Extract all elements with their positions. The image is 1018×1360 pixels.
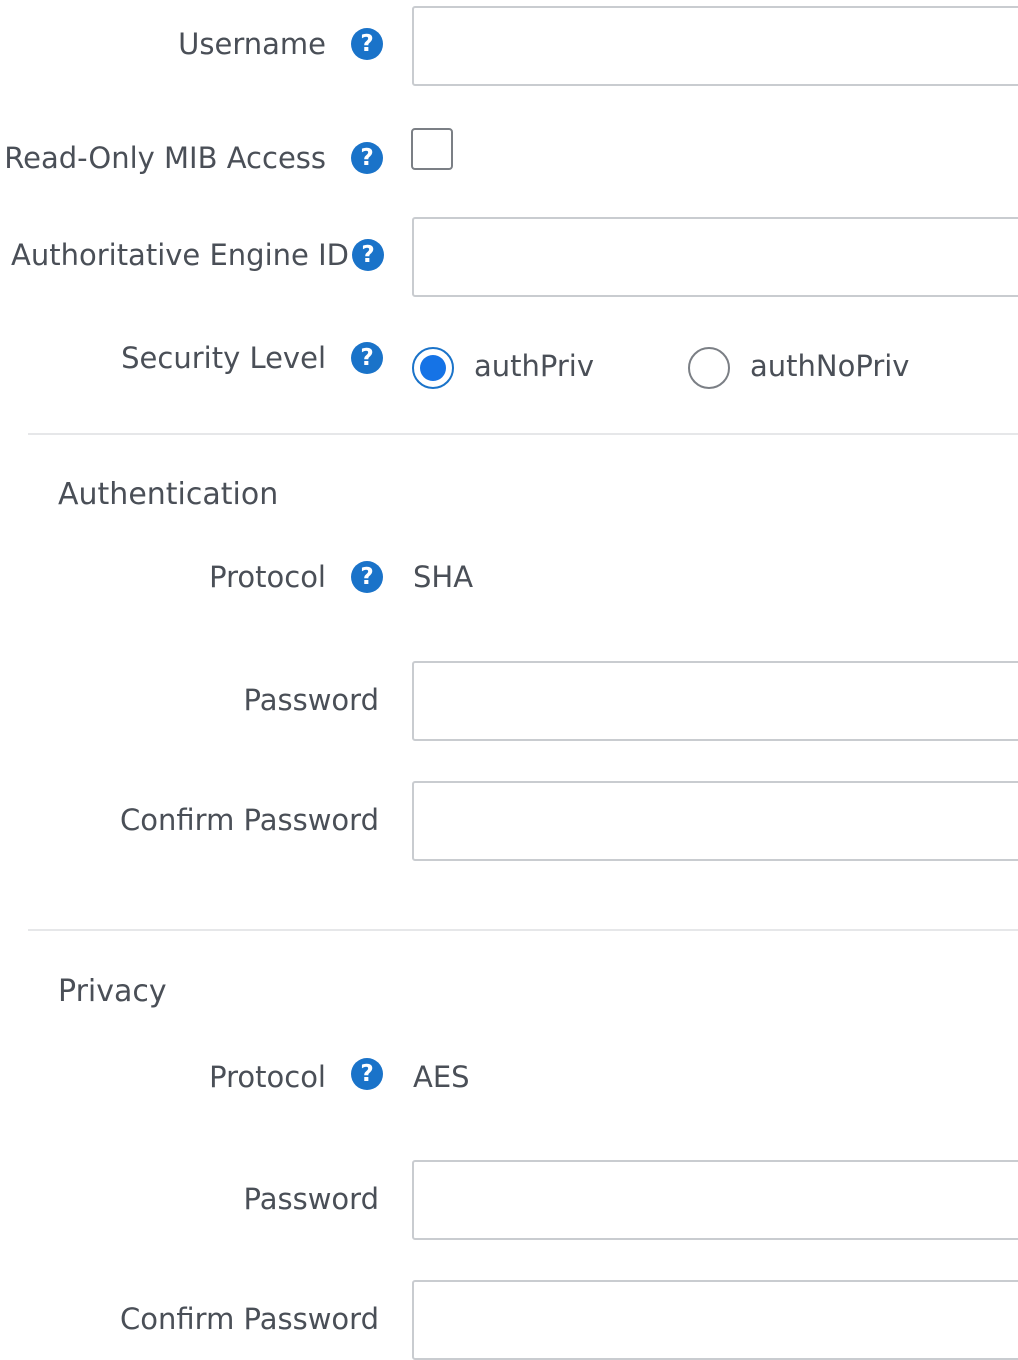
security-level-authpriv-label[interactable]: authPriv [474, 346, 594, 386]
authentication-protocol-help-icon[interactable]: ? [351, 561, 383, 593]
username-label: Username [178, 27, 326, 61]
authoritative-engine-id-help-icon[interactable]: ? [352, 239, 384, 271]
username-input[interactable] [412, 6, 1018, 86]
authentication-section-title: Authentication [58, 477, 279, 512]
authentication-password-label: Password [243, 683, 379, 717]
security-level-authpriv-radio[interactable] [412, 347, 454, 389]
read-only-mib-access-label: Read-Only MIB Access [4, 141, 326, 175]
privacy-protocol-label: Protocol [209, 1060, 326, 1094]
authentication-confirm-password-label: Confirm Password [120, 803, 379, 837]
security-level-authnopriv-radio[interactable] [688, 347, 730, 389]
privacy-section-title: Privacy [58, 974, 167, 1009]
security-level-label: Security Level [121, 341, 326, 375]
privacy-confirm-password-label: Confirm Password [120, 1302, 379, 1336]
username-help-icon[interactable]: ? [351, 28, 383, 60]
authoritative-engine-id-label: Authoritative Engine ID [11, 238, 349, 272]
privacy-password-input[interactable] [412, 1160, 1018, 1240]
privacy-protocol-value: AES [413, 1060, 470, 1094]
section-divider [28, 433, 1018, 435]
privacy-protocol-help-icon[interactable]: ? [351, 1058, 383, 1090]
section-divider [28, 929, 1018, 931]
security-level-authnopriv-label[interactable]: authNoPriv [750, 346, 909, 386]
authentication-confirm-password-input[interactable] [412, 781, 1018, 861]
radio-selected-dot [420, 355, 446, 381]
read-only-mib-access-help-icon[interactable]: ? [351, 142, 383, 174]
privacy-confirm-password-input[interactable] [412, 1280, 1018, 1360]
authentication-password-input[interactable] [412, 661, 1018, 741]
privacy-password-label: Password [243, 1182, 379, 1216]
security-level-help-icon[interactable]: ? [351, 342, 383, 374]
authentication-protocol-value: SHA [413, 560, 474, 594]
authentication-protocol-label: Protocol [209, 560, 326, 594]
authoritative-engine-id-input[interactable] [412, 217, 1018, 297]
read-only-mib-access-checkbox[interactable] [411, 128, 453, 170]
